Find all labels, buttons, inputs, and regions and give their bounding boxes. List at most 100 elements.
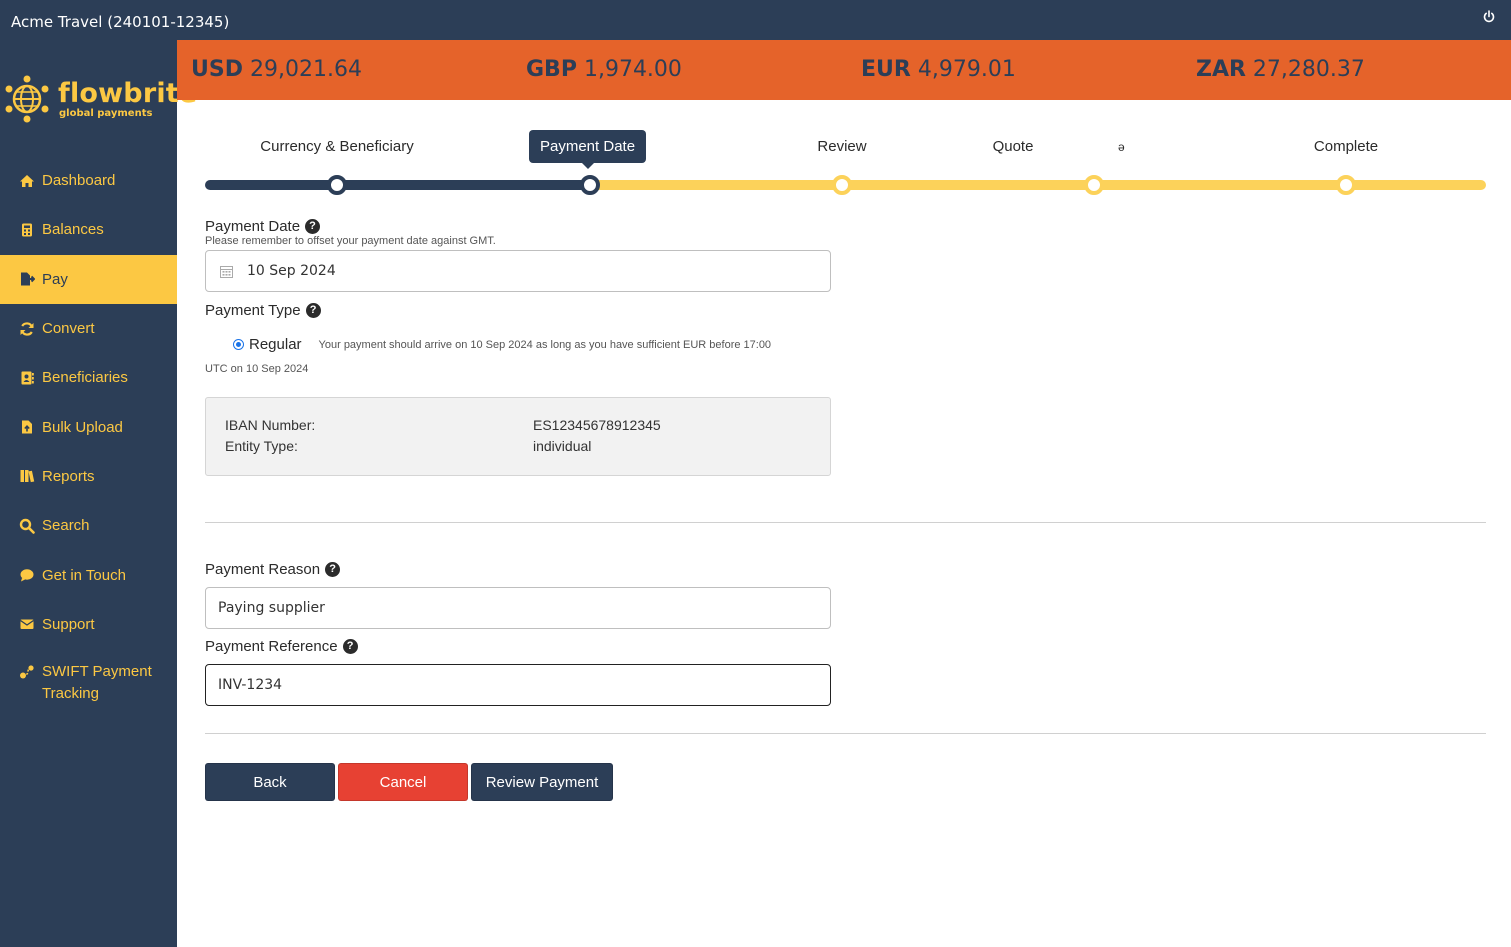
books-icon: [20, 470, 35, 483]
step-quote: Quote: [992, 138, 1034, 155]
balance-amount: 1,974.00: [583, 57, 682, 82]
file-upload-icon: [22, 420, 32, 434]
payment-date-hint: Please remember to offset your payment d…: [205, 235, 496, 247]
section-divider: [205, 733, 1486, 734]
balance-amount: 29,021.64: [249, 57, 362, 82]
sidebar-item-label: Pay: [42, 270, 68, 288]
file-export-icon: [21, 272, 35, 286]
sidebar-item-get-in-touch[interactable]: Get in Touch: [0, 550, 177, 599]
step-complete: Complete: [1313, 138, 1379, 155]
address-book-icon: [21, 371, 34, 385]
power-icon[interactable]: [1483, 10, 1495, 24]
step-payment-date: Payment Date: [529, 130, 647, 169]
sidebar-item-bulk-upload[interactable]: Bulk Upload: [0, 402, 177, 451]
globe-logo-icon: [5, 75, 49, 123]
payment-reason-label-text: Payment Reason: [205, 561, 321, 578]
payment-stepper: Currency & Beneficiary Payment Date Revi…: [205, 125, 1486, 200]
section-divider: [205, 522, 1486, 523]
payment-reference-label: Payment Reference ?: [205, 638, 358, 655]
payment-reason-value: Paying supplier: [218, 600, 325, 616]
chat-icon: [20, 569, 34, 582]
flowbrite-logo[interactable]: flowbrite global payments: [3, 72, 197, 126]
iban-label: IBAN Number:: [225, 417, 316, 433]
sidebar-item-label: Support: [42, 615, 95, 633]
balance-currency: GBP: [526, 57, 577, 82]
brand-tagline: global payments: [59, 108, 153, 119]
envelope-icon: [20, 619, 34, 630]
balance-eur[interactable]: EUR 4,979.01: [861, 57, 1016, 82]
step-stray-glyph: ə: [1118, 140, 1125, 154]
payment-type-label-text: Payment Type: [205, 302, 301, 319]
sidebar-item-label: Convert: [42, 320, 95, 338]
beneficiary-info-box: IBAN Number: ES12345678912345 Entity Typ…: [205, 397, 831, 476]
entity-type-label: Entity Type:: [225, 438, 298, 454]
help-icon[interactable]: ?: [325, 562, 341, 577]
payment-date-input[interactable]: 10 Sep 2024: [205, 250, 831, 292]
search-icon: [19, 518, 35, 534]
balance-amount: 4,979.01: [917, 57, 1016, 82]
payment-reference-label-text: Payment Reference: [205, 638, 338, 655]
step-dot-quote: [1084, 175, 1104, 195]
home-icon: [20, 174, 34, 187]
help-icon[interactable]: ?: [305, 219, 321, 234]
iban-value: ES12345678912345: [533, 417, 661, 433]
sidebar: flowbrite global payments Dashboard Bala…: [0, 40, 197, 947]
sidebar-item-balances[interactable]: Balances: [0, 205, 177, 254]
step-review: Review: [817, 138, 867, 155]
sidebar-item-beneficiaries[interactable]: Beneficiaries: [0, 353, 177, 402]
step-dot-review: [832, 175, 852, 195]
sidebar-item-reports[interactable]: Reports: [0, 452, 177, 501]
balance-currency: USD: [191, 57, 243, 82]
entity-type-value: individual: [533, 438, 592, 454]
payment-type-label: Payment Type ?: [205, 302, 321, 319]
review-payment-button[interactable]: Review Payment: [471, 763, 613, 801]
sidebar-item-swift-tracking[interactable]: SWIFT Payment Tracking: [0, 649, 177, 709]
sidebar-item-label: Search: [42, 517, 90, 535]
step-dot-complete: [1336, 175, 1356, 195]
window-title-bar: Acme Travel (240101-12345): [0, 0, 1511, 40]
balance-amount: 27,280.37: [1252, 57, 1365, 82]
payment-type-note-continued: UTC on 10 Sep 2024: [205, 363, 309, 375]
sidebar-item-label: Bulk Upload: [42, 418, 123, 436]
regular-radio-label[interactable]: Regular: [249, 336, 302, 353]
payment-date-label: Payment Date ?: [205, 218, 321, 235]
sidebar-item-convert[interactable]: Convert: [0, 304, 177, 353]
sidebar-item-pay[interactable]: Pay: [0, 254, 177, 304]
sidebar-item-label: Dashboard: [42, 172, 116, 190]
sidebar-item-label: Get in Touch: [42, 566, 126, 584]
calendar-icon: [220, 265, 233, 278]
tracking-icon: [20, 665, 34, 679]
balance-usd[interactable]: USD 29,021.64: [191, 57, 362, 82]
step-dot-currency-beneficiary[interactable]: [327, 175, 347, 195]
balance-currency: ZAR: [1196, 57, 1246, 82]
sidebar-item-label: Beneficiaries: [42, 369, 128, 387]
balance-zar[interactable]: ZAR 27,280.37: [1196, 57, 1365, 82]
sidebar-nav: Dashboard Balances Pay Convert Beneficia…: [0, 156, 177, 709]
payment-reference-input[interactable]: INV-1234: [205, 664, 831, 706]
step-currency-beneficiary[interactable]: Currency & Beneficiary: [260, 138, 413, 155]
sidebar-item-support[interactable]: Support: [0, 600, 177, 649]
balance-gbp[interactable]: GBP 1,974.00: [526, 57, 682, 82]
back-button[interactable]: Back: [205, 763, 335, 801]
balances-bar: USD 29,021.64 GBP 1,974.00 EUR 4,979.01 …: [177, 40, 1511, 100]
payment-reason-label: Payment Reason ?: [205, 561, 341, 578]
help-icon[interactable]: ?: [305, 303, 321, 318]
sync-icon: [20, 321, 34, 336]
payment-type-regular-option[interactable]: Regular Your payment should arrive on 10…: [233, 336, 771, 353]
payment-date-value: 10 Sep 2024: [247, 263, 336, 279]
regular-radio[interactable]: [233, 339, 244, 350]
window-title: Acme Travel (240101-12345): [11, 13, 230, 31]
sidebar-item-label: Balances: [42, 221, 104, 239]
sidebar-item-dashboard[interactable]: Dashboard: [0, 156, 177, 205]
calculator-icon: [22, 223, 32, 237]
step-dot-payment-date: [580, 175, 600, 195]
sidebar-item-search[interactable]: Search: [0, 501, 177, 550]
payment-type-note: Your payment should arrive on 10 Sep 202…: [318, 338, 772, 351]
stepper-track-complete: [205, 180, 590, 190]
cancel-button[interactable]: Cancel: [338, 763, 468, 801]
help-icon[interactable]: ?: [342, 639, 358, 654]
payment-reason-input[interactable]: Paying supplier: [205, 587, 831, 629]
payment-date-label-text: Payment Date: [205, 218, 301, 235]
sidebar-item-label: Reports: [42, 467, 95, 485]
sidebar-item-label: SWIFT Payment Tracking: [42, 662, 152, 702]
